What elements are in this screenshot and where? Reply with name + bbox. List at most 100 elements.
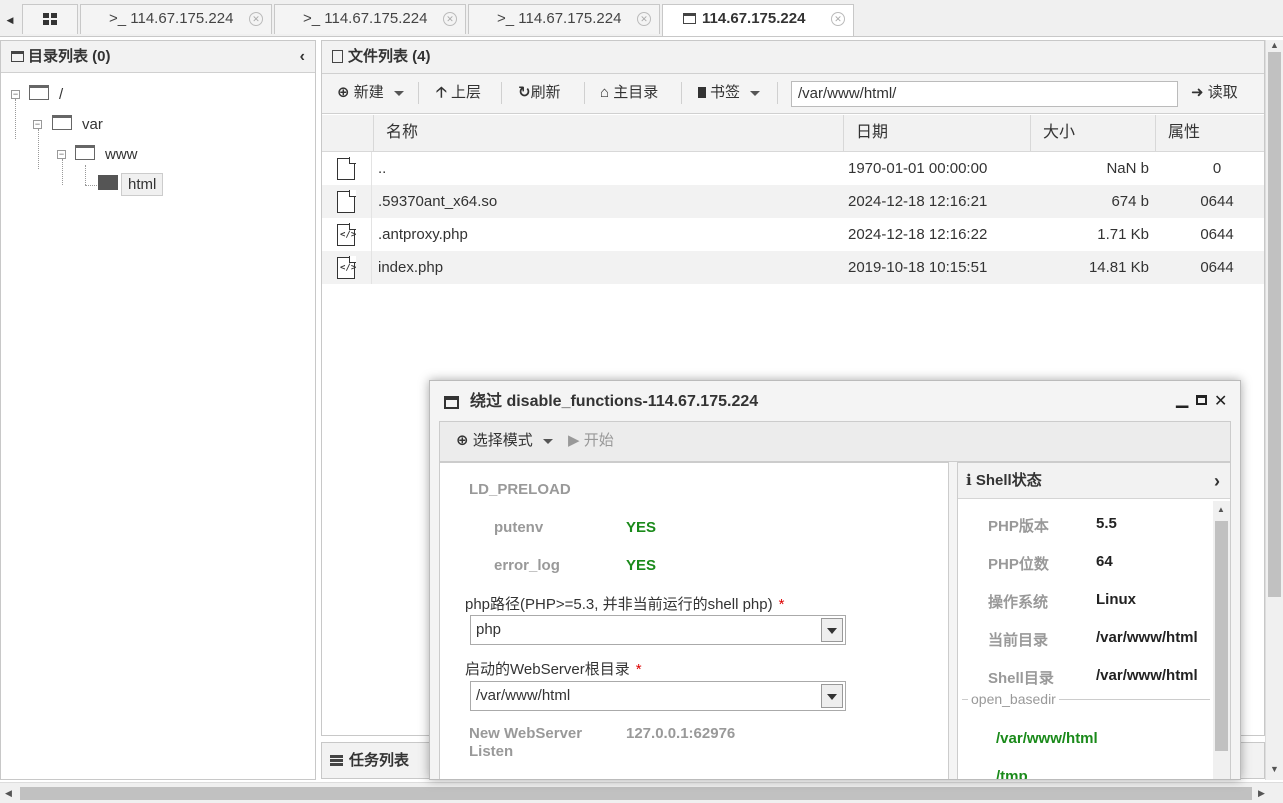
cell-date: 2019-10-18 10:15:51: [848, 259, 988, 276]
status-value: /var/www/html: [1096, 667, 1198, 684]
scroll-down-icon[interactable]: ▼: [1270, 764, 1279, 774]
header-attr[interactable]: 属性: [1155, 115, 1264, 151]
arrow-right-icon: ➜: [1191, 84, 1204, 101]
bookmark-button-label: 书签: [710, 84, 741, 101]
tree-connector: [85, 165, 86, 185]
method-label: LD_PRELOAD: [469, 481, 571, 498]
window-icon: [444, 396, 459, 409]
file-icon: [337, 190, 356, 213]
close-icon[interactable]: ✕: [831, 12, 845, 26]
tab-home[interactable]: [22, 4, 78, 34]
refresh-button[interactable]: ↻刷新: [518, 74, 561, 112]
minimize-icon[interactable]: ▁: [1176, 389, 1188, 409]
bypass-dialog: 绕过 disable_functions-114.67.175.224 ▁ ✕ …: [429, 380, 1241, 780]
table-row[interactable]: .. 1970-01-01 00:00:00 NaN b 0: [322, 152, 1264, 185]
header-date[interactable]: 日期: [843, 115, 1030, 151]
path-input[interactable]: /var/www/html/: [791, 81, 1178, 107]
tree-item-html[interactable]: html: [121, 173, 164, 196]
dropdown-arrow-icon[interactable]: [821, 618, 843, 642]
code-glyph: </>: [340, 230, 357, 240]
header-size[interactable]: 大小: [1030, 115, 1155, 151]
header-name[interactable]: 名称: [373, 115, 843, 151]
toolbar-divider: [777, 82, 778, 104]
close-icon[interactable]: ✕: [1214, 391, 1227, 411]
tree-connector: [62, 159, 63, 185]
scroll-up-icon[interactable]: ▲: [1217, 505, 1225, 514]
start-button[interactable]: ▶ 开始: [568, 422, 614, 460]
new-button[interactable]: ⊕ 新建: [337, 74, 404, 112]
icon-cell: [322, 152, 372, 185]
tab-label: >_ 114.67.175.224: [109, 10, 234, 27]
dropdown-arrow-icon[interactable]: [821, 684, 843, 708]
shell-status-panel: ℹ Shell状态 › PHP版本 5.5 PHP位数 64 操作系统 Linu…: [957, 462, 1231, 779]
tab-terminal-2[interactable]: >_ 114.67.175.224 ✕: [274, 4, 466, 34]
horizontal-scrollbar[interactable]: ◀ ▶: [0, 782, 1283, 803]
vertical-scrollbar[interactable]: ▲ ▼: [1265, 40, 1283, 780]
icon-cell: </>: [322, 251, 372, 284]
folder-icon: [29, 85, 49, 100]
tab-terminal-1[interactable]: >_ 114.67.175.224 ✕: [80, 4, 272, 34]
home-button[interactable]: ⌂ 主目录: [600, 74, 658, 112]
tab-terminal-3[interactable]: >_ 114.67.175.224 ✕: [468, 4, 660, 34]
maximize-icon[interactable]: [1196, 395, 1207, 405]
close-icon[interactable]: ✕: [637, 12, 651, 26]
scrollbar-thumb[interactable]: [20, 787, 1252, 800]
webroot-select[interactable]: /var/www/html: [470, 681, 846, 711]
tree-item-var[interactable]: var: [82, 113, 103, 137]
scroll-up-icon[interactable]: ▲: [1270, 40, 1279, 50]
tree-item-root[interactable]: /: [59, 83, 63, 107]
read-button[interactable]: ➜ 读取: [1191, 74, 1238, 112]
chevron-right-icon[interactable]: ›: [1214, 463, 1220, 499]
tab-file-manager[interactable]: 114.67.175.224 ✕: [662, 4, 854, 36]
scroll-left-icon[interactable]: ◀: [5, 788, 12, 799]
scrollbar-thumb[interactable]: [1268, 52, 1281, 597]
collapse-left-icon[interactable]: ‹: [300, 41, 305, 73]
status-scrollbar[interactable]: ▲: [1213, 501, 1230, 779]
status-value: 5.5: [1096, 515, 1117, 532]
caret-down-icon: [542, 438, 553, 444]
close-icon[interactable]: ✕: [249, 12, 263, 26]
scrollbar-thumb[interactable]: [1215, 521, 1228, 751]
webroot-label: 启动的WebServer根目录 *: [465, 658, 642, 679]
tree-collapse-toggle[interactable]: −: [33, 120, 42, 129]
file-icon: [337, 157, 356, 180]
tree-item-www[interactable]: www: [105, 143, 138, 167]
up-button-label: 上层: [450, 84, 481, 101]
cell-size: 674 b: [1111, 193, 1149, 210]
tree-connector: [85, 185, 99, 186]
cell-name: .59370ant_x64.so: [378, 193, 498, 210]
mode-select-label: 选择模式: [472, 432, 533, 449]
tree-collapse-toggle[interactable]: −: [57, 150, 66, 159]
table-row[interactable]: </> index.php 2019-10-18 10:15:51 14.81 …: [322, 251, 1264, 284]
bookmark-button[interactable]: 书签: [698, 74, 761, 112]
tab-scroll-left-icon[interactable]: ◀: [4, 10, 16, 30]
table-row[interactable]: .59370ant_x64.so 2024-12-18 12:16:21 674…: [322, 185, 1264, 218]
toolbar-divider: [418, 82, 419, 104]
file-grid: 名称 日期 大小 属性 .. 1970-01-01 00:00:00 NaN b…: [322, 115, 1264, 284]
refresh-icon: ↻: [518, 84, 531, 101]
grid-icon: [43, 13, 57, 25]
scroll-right-icon[interactable]: ▶: [1258, 788, 1265, 799]
tree-collapse-toggle[interactable]: −: [11, 90, 20, 99]
shell-status-header[interactable]: ℹ Shell状态 ›: [958, 463, 1230, 499]
icon-cell: </>: [322, 218, 372, 251]
up-button[interactable]: 🡡 上层: [436, 74, 481, 112]
home-icon: ⌂: [600, 84, 610, 101]
file-toolbar: ⊕ 新建 🡡 上层 ↻刷新 ⌂ 主目录 书签 /var/www/html/ ➜ …: [322, 74, 1264, 114]
table-row[interactable]: </> .antproxy.php 2024-12-18 12:16:22 1.…: [322, 218, 1264, 251]
mode-select-button[interactable]: ⊕ 选择模式: [456, 422, 553, 460]
code-file-icon: </>: [337, 256, 356, 279]
php-path-value: php: [476, 621, 502, 638]
php-path-select[interactable]: php: [470, 615, 846, 645]
status-label: PHP版本: [988, 518, 1049, 535]
php-path-label-text: php路径(PHP>=5.3, 并非当前运行的shell php): [465, 596, 773, 613]
refresh-button-label: 刷新: [530, 84, 561, 101]
close-icon[interactable]: ✕: [443, 12, 457, 26]
status-label: 操作系统: [988, 594, 1049, 611]
dialog-toolbar: ⊕ 选择模式 ▶ 开始: [439, 421, 1231, 462]
dialog-titlebar[interactable]: 绕过 disable_functions-114.67.175.224: [430, 381, 1240, 421]
status-label: PHP位数: [988, 556, 1049, 573]
cell-attr: 0644: [1200, 226, 1234, 243]
shell-status-title: Shell状态: [975, 472, 1042, 489]
toolbar-divider: [681, 82, 682, 104]
